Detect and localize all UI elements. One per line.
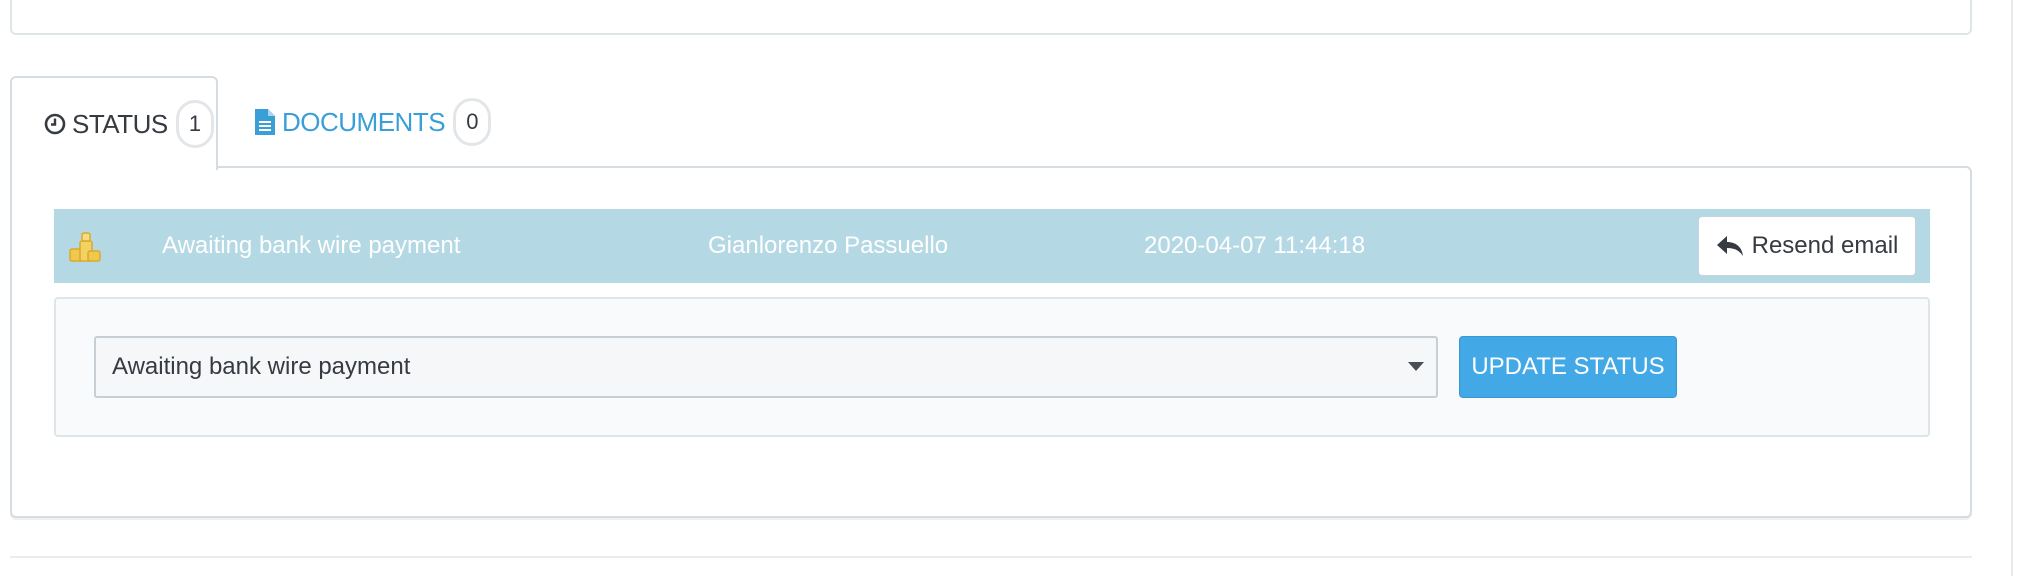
section-divider	[10, 556, 1972, 558]
history-status-text: Awaiting bank wire payment	[162, 232, 461, 259]
order-status-select[interactable]: Awaiting bank wire payment	[94, 336, 1438, 398]
status-history-row: Awaiting bank wire payment Gianlorenzo P…	[54, 209, 1930, 283]
order-history-tabs: STATUS 1 DOCUMENTS 0	[10, 76, 1972, 170]
status-tab-panel: Awaiting bank wire payment Gianlorenzo P…	[10, 166, 1972, 518]
document-icon	[254, 108, 276, 136]
coins-icon	[68, 231, 102, 263]
page-scrollbar[interactable]	[2011, 0, 2013, 576]
tab-status[interactable]: STATUS 1	[10, 76, 218, 170]
reply-arrow-icon	[1716, 236, 1743, 256]
chevron-down-icon	[1408, 362, 1424, 371]
update-status-button[interactable]: UPDATE STATUS	[1459, 336, 1677, 398]
clock-icon	[44, 113, 66, 135]
resend-email-label: Resend email	[1751, 232, 1899, 259]
documents-count-badge: 0	[453, 98, 492, 146]
history-date: 2020-04-07 11:44:18	[1144, 232, 1366, 259]
update-status-form: Awaiting bank wire payment UPDATE STATUS	[54, 297, 1930, 437]
tab-status-label: STATUS	[72, 108, 168, 139]
tab-documents[interactable]: DOCUMENTS 0	[254, 76, 492, 168]
selected-status-value: Awaiting bank wire payment	[112, 353, 411, 380]
tab-documents-label: DOCUMENTS	[282, 106, 446, 137]
history-employee-name: Gianlorenzo Passuello	[708, 232, 949, 259]
status-count-badge: 1	[175, 100, 214, 148]
previous-panel	[10, 0, 1972, 35]
resend-email-button[interactable]: Resend email	[1698, 216, 1916, 276]
